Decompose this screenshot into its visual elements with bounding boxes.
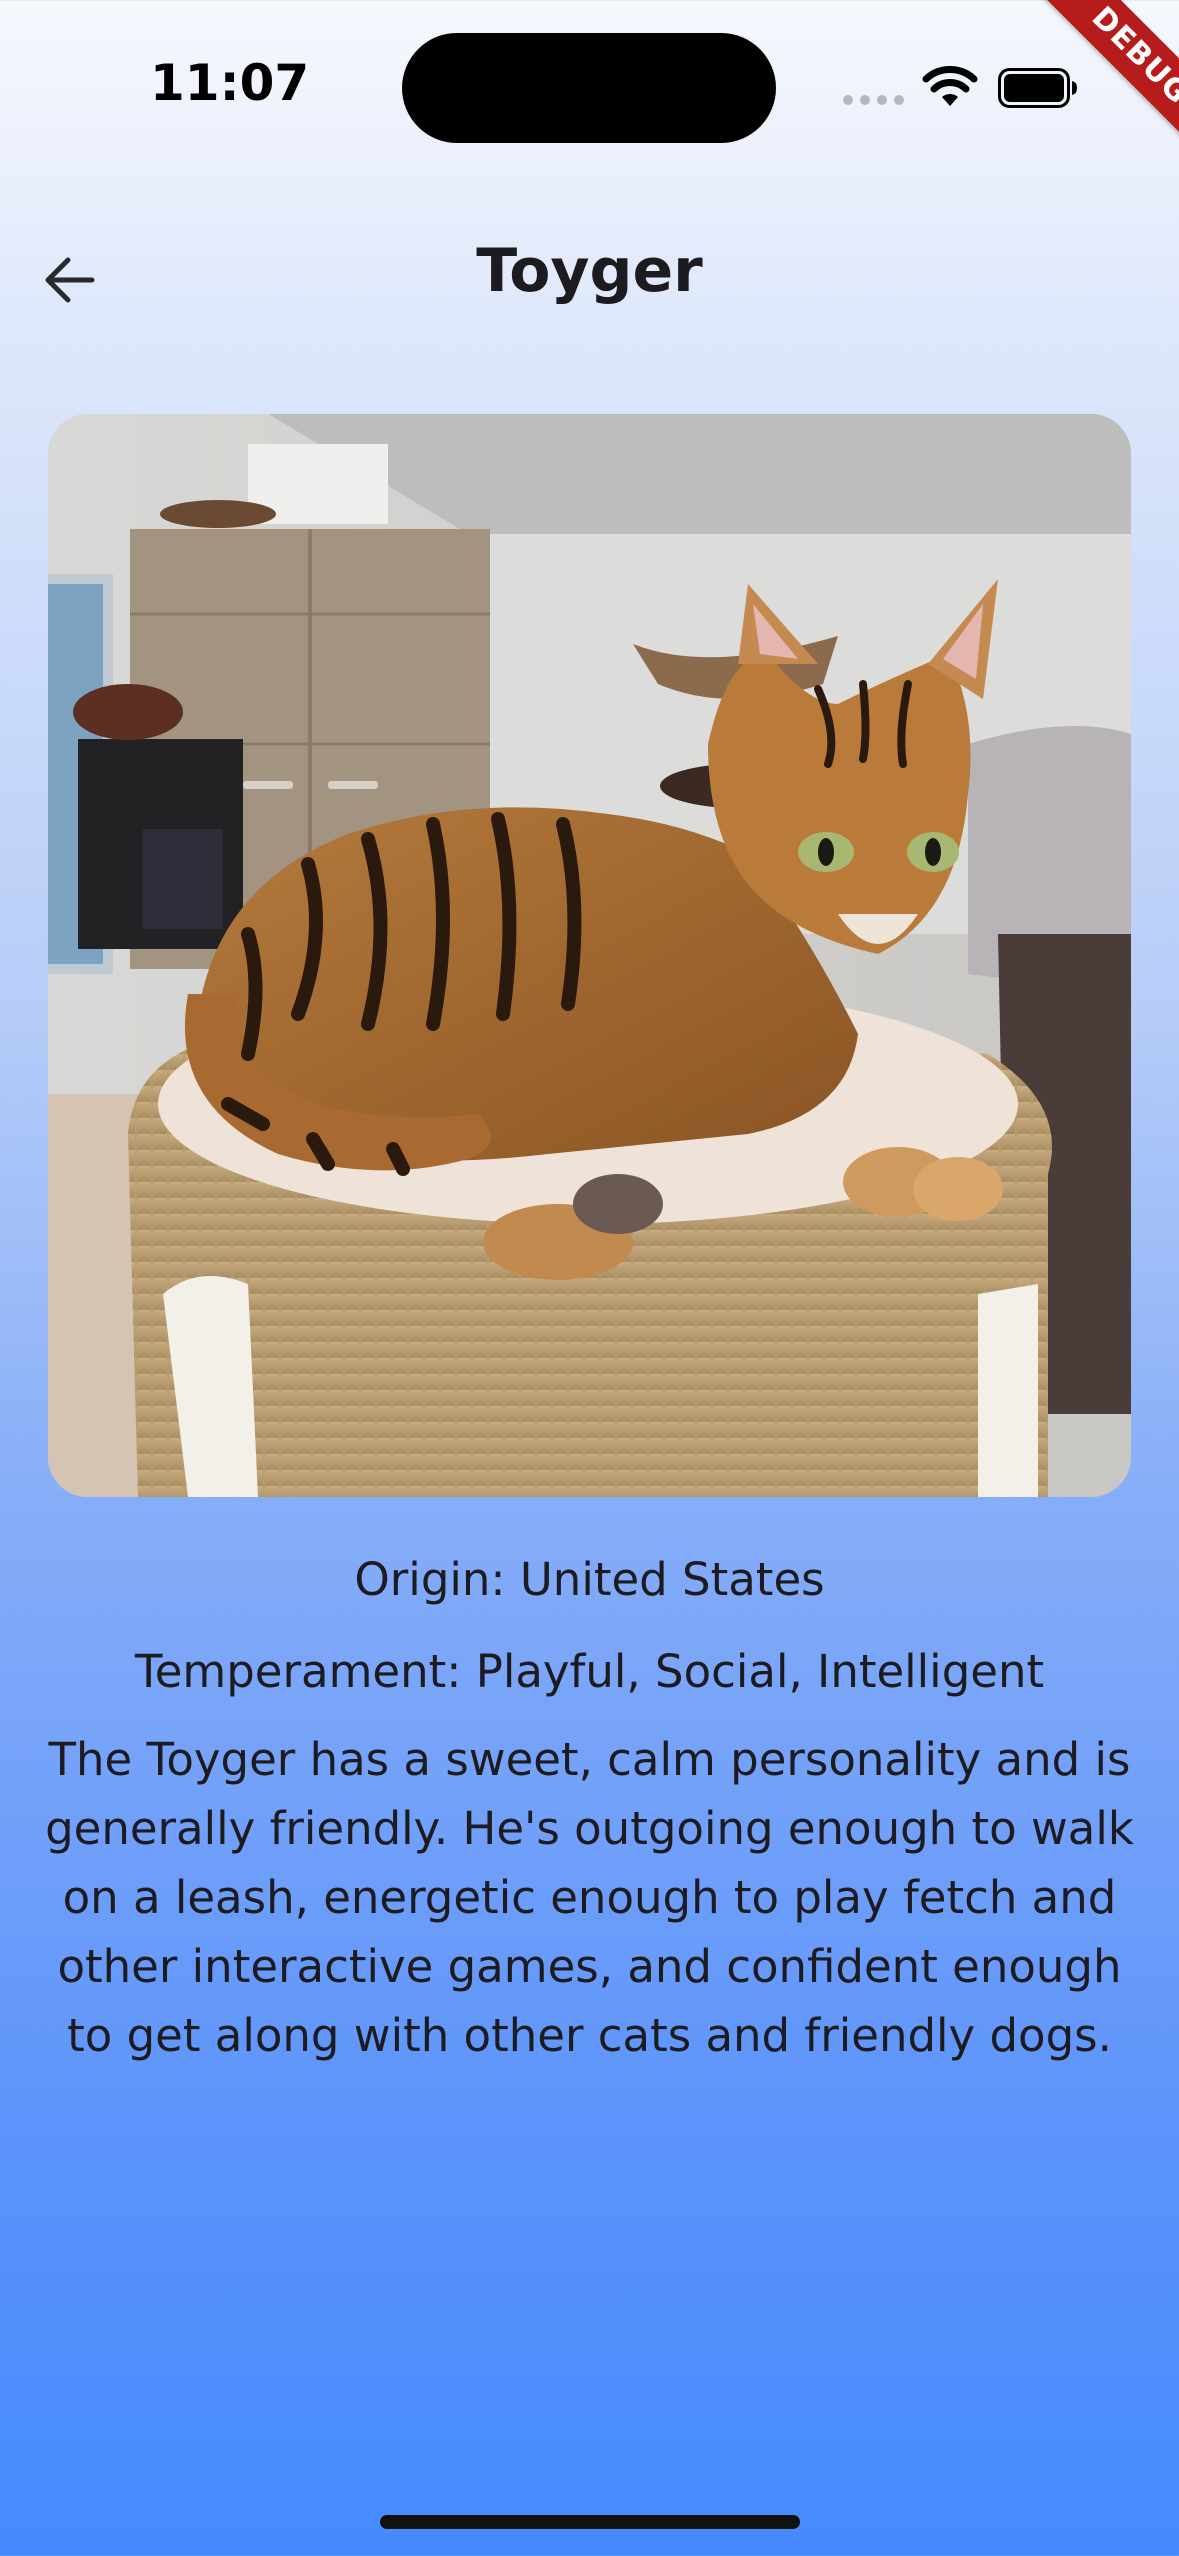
page-title: Toyger <box>476 236 703 306</box>
dynamic-island <box>402 33 776 143</box>
temperament-text: Temperament: Playful, Social, Intelligen… <box>134 1645 1045 1698</box>
cat-photo-illustration <box>48 414 1131 1497</box>
home-indicator[interactable] <box>380 2515 800 2529</box>
cellular-signal-icon <box>843 95 904 105</box>
status-time: 11:07 <box>150 54 310 112</box>
origin-text: Origin: United States <box>354 1553 825 1606</box>
cat-photo <box>48 414 1131 1497</box>
battery-icon <box>998 68 1077 108</box>
wifi-icon <box>922 66 978 106</box>
breed-info: Origin: United States Temperament: Playf… <box>40 1545 1139 2070</box>
app-bar: Toyger <box>0 200 1179 350</box>
description-text: The Toyger has a sweet, calm personality… <box>45 1733 1134 2062</box>
status-bar: 11:07 <box>0 0 1179 170</box>
